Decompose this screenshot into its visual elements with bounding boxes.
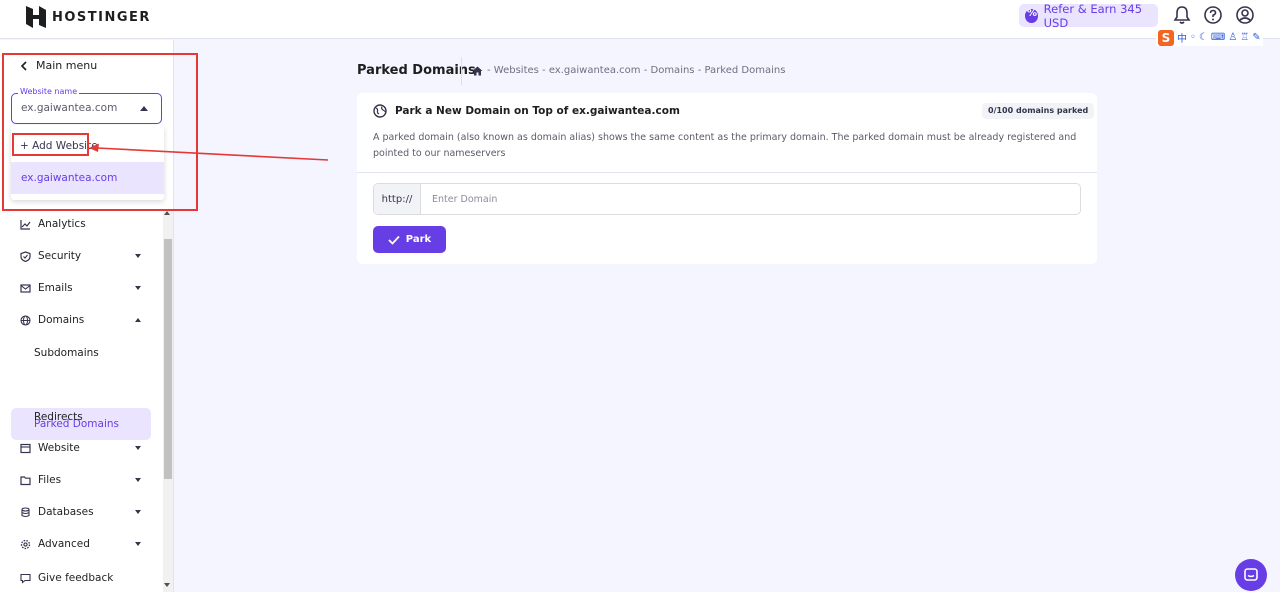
refer-earn-button[interactable]: Refer & Earn 345 USD (1019, 1, 1158, 30)
globe-icon (20, 314, 31, 326)
chevron-down-icon (135, 446, 141, 450)
title-divider (461, 57, 462, 85)
card-description: A parked domain (also known as domain al… (373, 132, 1077, 159)
chevron-down-icon (135, 254, 141, 258)
chat-button[interactable] (1235, 559, 1267, 591)
sidebar-item-label: Security (38, 250, 82, 262)
domain-input-group: http:// (373, 183, 1081, 215)
chevron-down-icon (135, 542, 141, 546)
annotation-highlight (12, 133, 89, 156)
chevron-down-icon (135, 286, 141, 290)
home-icon[interactable] (472, 66, 483, 76)
breadcrumb[interactable]: - Websites - ex.gaiwantea.com - Domains … (472, 65, 785, 76)
hostinger-logo-icon (26, 6, 46, 28)
sidebar-item-files[interactable]: Files (20, 470, 61, 490)
comment-icon (20, 573, 31, 584)
sidebar-subitem-redirects[interactable]: Redirects (34, 411, 83, 423)
ime-keyboard-icon[interactable]: ⌨ (1211, 32, 1225, 43)
sidebar-item-security[interactable]: Security (20, 246, 81, 266)
card-divider (357, 172, 1097, 173)
chevron-down-icon (135, 510, 141, 514)
sidebar-item-label: Advanced (38, 538, 90, 550)
ime-toolbar[interactable]: S 中 ◦ ☾ ⌨ ♙ ♖ ✎ (1156, 29, 1263, 46)
envelope-icon (20, 283, 31, 293)
parked-count-badge: 0/100 domains parked (982, 103, 1095, 119)
card-heading: Park a New Domain on Top of ex.gaiwantea… (395, 105, 680, 117)
scrollbar-thumb[interactable] (164, 239, 172, 479)
folder-icon (20, 475, 31, 485)
brand-logo[interactable]: HOSTINGER (26, 6, 151, 28)
annotation-box (2, 53, 198, 211)
sidebar-item-analytics[interactable]: Analytics (20, 214, 86, 234)
domain-input[interactable] (422, 184, 1078, 214)
bell-icon[interactable] (1172, 5, 1192, 25)
globe-icon (373, 104, 387, 118)
sidebar-item-label: Domains (38, 314, 85, 326)
browser-icon (20, 443, 31, 453)
sidebar-item-label: Website (38, 442, 80, 454)
chevron-down-icon (135, 478, 141, 482)
sidebar-scrollbar[interactable] (163, 209, 173, 592)
scroll-up-icon[interactable] (164, 211, 170, 215)
park-button-label: Park (405, 234, 432, 245)
card-header: Park a New Domain on Top of ex.gaiwantea… (373, 104, 680, 118)
sidebar-item-advanced[interactable]: Advanced (20, 534, 90, 554)
breadcrumb-path[interactable]: - Websites - ex.gaiwantea.com - Domains … (487, 65, 785, 76)
park-domain-card: Park a New Domain on Top of ex.gaiwantea… (357, 93, 1097, 264)
discount-icon (1025, 8, 1038, 23)
sidebar-subitem-subdomains[interactable]: Subdomains (34, 347, 99, 359)
give-feedback-link[interactable]: Give feedback (20, 572, 113, 584)
check-icon (388, 235, 400, 245)
give-feedback-label: Give feedback (38, 572, 114, 584)
park-button[interactable]: Park (373, 226, 446, 253)
brand-name: HOSTINGER (52, 9, 151, 25)
sidebar-item-label: Analytics (38, 218, 86, 230)
sidebar-item-label: Databases (38, 506, 94, 518)
sidebar-item-domains[interactable]: Domains (20, 310, 84, 330)
sogou-logo-icon: S (1158, 29, 1174, 46)
gear-icon (20, 539, 31, 549)
sidebar-item-label: Emails (38, 282, 73, 294)
ime-user-icon[interactable]: ♙ (1228, 32, 1237, 43)
ime-shirt-icon[interactable]: ♖ (1240, 32, 1249, 43)
sidebar-item-website[interactable]: Website (20, 438, 80, 458)
ime-mode[interactable]: 中 (1177, 30, 1187, 45)
ime-tool-icon[interactable]: ✎ (1252, 32, 1260, 43)
chart-line-icon (20, 219, 31, 230)
scroll-down-icon[interactable] (164, 583, 170, 587)
sidebar-item-emails[interactable]: Emails (20, 278, 73, 298)
account-icon[interactable] (1235, 5, 1255, 25)
database-icon (21, 506, 30, 517)
sidebar-item-databases[interactable]: Databases (20, 502, 94, 522)
http-prefix: http:// (374, 184, 421, 214)
annotation-arrow-icon (89, 143, 329, 161)
refer-earn-label: Refer & Earn 345 USD (1043, 1, 1143, 30)
ime-moon-icon[interactable]: ☾ (1199, 32, 1208, 43)
top-bar: HOSTINGER Refer & Earn 345 USD (0, 0, 1280, 39)
page-title: Parked Domains (357, 63, 476, 78)
chat-icon (1244, 568, 1258, 581)
sidebar-item-label: Files (38, 474, 62, 486)
shield-icon (20, 250, 31, 262)
help-icon[interactable] (1203, 5, 1223, 25)
ime-punct-icon[interactable]: ◦ (1190, 32, 1196, 43)
chevron-up-icon (135, 318, 141, 322)
